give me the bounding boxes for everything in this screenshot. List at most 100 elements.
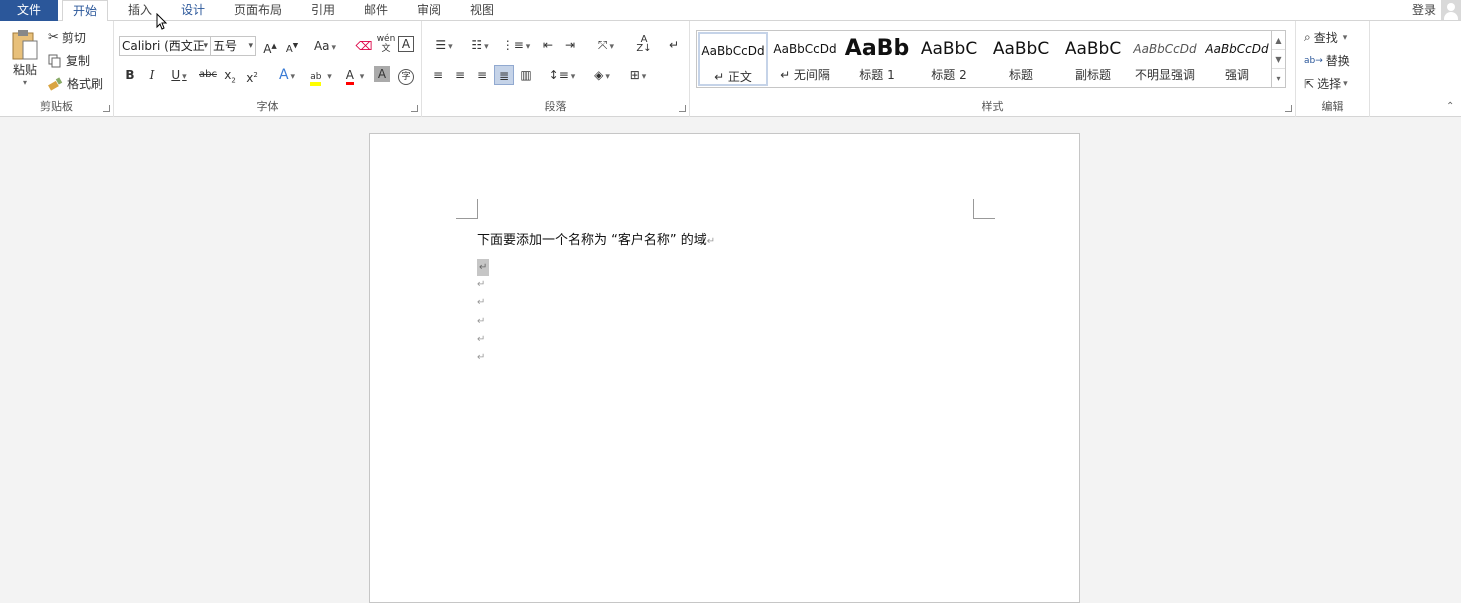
tab-review[interactable]: 审阅 (417, 0, 441, 21)
align-right-button[interactable]: ≡ (472, 65, 492, 85)
clear-formatting-button[interactable]: ⌫ (354, 36, 374, 56)
find-button[interactable]: ⌕ 查找 ▾ (1304, 29, 1347, 46)
binoculars-icon: ⌕ (1304, 30, 1311, 44)
font-name-combobox[interactable]: Calibri (西文正 ▾ (119, 36, 211, 56)
align-center-button[interactable]: ≡ (450, 65, 470, 85)
highlight-button[interactable]: ab (306, 65, 336, 86)
tab-references[interactable]: 引用 (311, 0, 335, 21)
find-label: 查找 (1313, 31, 1338, 45)
justify-button[interactable]: ≣ (494, 65, 514, 85)
sort-button[interactable]: A Z↓ (634, 35, 654, 55)
clipboard-launcher-icon[interactable] (103, 105, 110, 112)
line-spacing-button[interactable]: ↕≡ (546, 65, 578, 85)
document-page[interactable]: 下面要添加一个名称为 “客户名称” 的域↵ ↵ ↵ ↵ ↵ ↵ ↵ (369, 133, 1080, 603)
styles-gallery: AaBbCcDd ↵ 正文 AaBbCcDd ↵ 无间隔 AaBb 标题 1 A… (696, 30, 1272, 88)
user-avatar-icon[interactable] (1441, 0, 1461, 20)
style-emphasis[interactable]: AaBbCcDd 强调 (1202, 32, 1272, 86)
format-painter-button[interactable]: 格式刷 (48, 75, 103, 92)
distributed-button[interactable]: ▥ (516, 65, 536, 85)
superscript-icon: x2 (246, 71, 258, 85)
scroll-up-icon[interactable]: ▲ (1272, 31, 1285, 50)
paragraph-mark-icon[interactable]: ↵ (477, 279, 485, 290)
italic-button[interactable]: I (142, 65, 162, 85)
chinese-layout-button[interactable]: ⤧ (590, 35, 622, 55)
paragraph-launcher-icon[interactable] (679, 105, 686, 112)
styles-launcher-icon[interactable] (1285, 105, 1292, 112)
font-name-value: Calibri (西文正 (122, 39, 205, 53)
bullets-button[interactable]: ☰ (428, 35, 460, 55)
paste-label: 粘贴 (12, 63, 37, 77)
paragraph-mark-icon[interactable]: ↵ (477, 316, 485, 327)
style-normal[interactable]: AaBbCcDd ↵ 正文 (698, 32, 768, 86)
font-size-value: 五号 (213, 39, 238, 53)
selected-paragraph-mark[interactable]: ↵ (477, 259, 490, 276)
show-marks-button[interactable]: ↵ (664, 35, 684, 55)
numbering-button[interactable]: ☷ (464, 35, 496, 55)
character-shading-button[interactable]: A (374, 66, 390, 82)
tab-file[interactable]: 文件 (0, 0, 58, 21)
login-link[interactable]: 登录 (1412, 0, 1436, 20)
borders-button[interactable]: ⊞ (622, 65, 654, 85)
bold-button[interactable]: B (120, 65, 140, 85)
paragraph-mark-icon[interactable]: ↵ (477, 334, 485, 345)
phonetic-guide-button[interactable]: wén 文 (376, 34, 396, 54)
scroll-down-icon[interactable]: ▼ (1272, 50, 1285, 69)
replace-label: 替换 (1325, 54, 1350, 68)
subscript-button[interactable]: x2 (220, 65, 240, 85)
tab-mailings[interactable]: 邮件 (364, 0, 388, 21)
shading-button[interactable]: ◈ (586, 65, 618, 85)
tab-home[interactable]: 开始 (62, 0, 109, 22)
paragraph-mark-icon[interactable]: ↵ (477, 352, 485, 363)
superscript-button[interactable]: x2 (242, 65, 262, 85)
underline-button[interactable]: U (164, 65, 194, 85)
style-heading-1[interactable]: AaBb 标题 1 (842, 32, 912, 86)
font-size-combobox[interactable]: 五号 ▾ (210, 36, 256, 56)
style-preview: AaBbCcDd (1133, 42, 1197, 56)
paintbrush-icon (48, 76, 63, 91)
text-effects-button[interactable]: A (272, 65, 302, 85)
sort-icon: A Z↓ (636, 34, 652, 54)
decrease-indent-button[interactable]: ⇤ (538, 35, 558, 55)
align-left-icon: ≡ (432, 68, 444, 82)
style-heading-2[interactable]: AaBbC 标题 2 (914, 32, 984, 86)
change-case-button[interactable]: Aa (310, 36, 340, 56)
shrink-font-button[interactable]: A▼ (282, 36, 302, 56)
font-launcher-icon[interactable] (411, 105, 418, 112)
font-color-button[interactable]: A (340, 65, 370, 85)
strikethrough-button[interactable]: abc (198, 65, 218, 85)
copy-button[interactable]: 复制 (48, 52, 90, 69)
tab-design[interactable]: 设计 (181, 0, 205, 21)
style-no-spacing[interactable]: AaBbCcDd ↵ 无间隔 (770, 32, 840, 86)
tab-insert[interactable]: 插入 (128, 0, 152, 21)
style-subtitle[interactable]: AaBbC 副标题 (1058, 32, 1128, 86)
collapse-ribbon-icon[interactable]: ⌃ (1446, 101, 1454, 112)
tab-view[interactable]: 视图 (470, 0, 494, 21)
numbered-list-icon: ☷ (471, 38, 483, 52)
grow-font-button[interactable]: A▲ (260, 36, 280, 56)
cut-button[interactable]: ✂ 剪切 (48, 29, 86, 46)
distributed-icon: ▥ (520, 68, 532, 82)
ribbon-tab-bar: 文件 开始 插入 设计 页面布局 引用 邮件 审阅 视图 登录 (0, 0, 1461, 22)
paste-button[interactable]: 粘贴 ▾ (8, 29, 42, 89)
replace-button[interactable]: ab→ 替换 (1304, 52, 1350, 69)
style-subtle-emphasis[interactable]: AaBbCcDd 不明显强调 (1130, 32, 1200, 86)
increase-indent-button[interactable]: ⇥ (560, 35, 580, 55)
align-center-icon: ≡ (454, 68, 466, 82)
style-preview: AaBbCcDd (773, 42, 837, 56)
align-left-button[interactable]: ≡ (428, 65, 448, 85)
document-paragraph-1[interactable]: 下面要添加一个名称为 “客户名称” 的域↵ (477, 229, 715, 248)
paragraph-mark-icon[interactable]: ↵ (477, 297, 485, 308)
tab-layout[interactable]: 页面布局 (234, 0, 282, 21)
style-title[interactable]: AaBbC 标题 (986, 32, 1056, 86)
bold-icon: B (125, 68, 135, 82)
multilevel-list-button[interactable]: ⋮≡ (500, 35, 532, 55)
margin-corner-right (973, 199, 995, 219)
paste-icon (12, 30, 38, 60)
more-styles-icon[interactable]: ▾ (1272, 69, 1285, 88)
enclose-characters-button[interactable]: 字 (396, 65, 416, 85)
increase-indent-icon: ⇥ (564, 38, 576, 52)
select-button[interactable]: ⇱ 选择 ▾ (1304, 75, 1348, 92)
paragraph-group-label: 段落 (544, 100, 567, 113)
font-color-icon: A (345, 69, 354, 85)
character-border-button[interactable]: A (398, 36, 414, 52)
